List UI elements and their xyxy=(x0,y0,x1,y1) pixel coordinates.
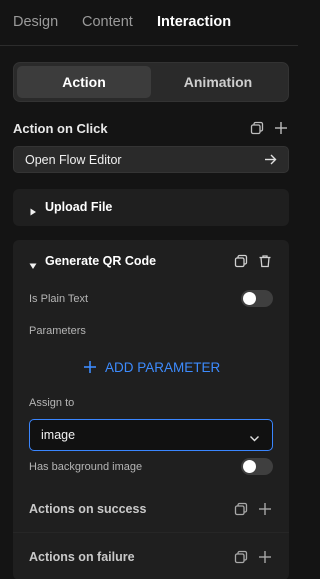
section-divider xyxy=(13,532,289,533)
plus-icon xyxy=(83,360,97,374)
toggle-knob xyxy=(243,460,256,473)
actions-on-success-title: Actions on success xyxy=(29,502,147,516)
plus-icon[interactable] xyxy=(258,550,272,564)
toggle-knob xyxy=(243,292,256,305)
duplicate-icon[interactable] xyxy=(250,121,264,135)
assign-to-select[interactable]: image xyxy=(29,419,273,451)
tab-content[interactable]: Content xyxy=(82,14,133,30)
chevron-down-icon xyxy=(249,431,260,442)
actions-on-failure-title: Actions on failure xyxy=(29,550,135,564)
panel-tabs: Design Content Interaction xyxy=(0,0,298,46)
open-flow-editor-button[interactable]: Open Flow Editor xyxy=(13,146,289,173)
upload-file-action[interactable]: Upload File xyxy=(13,189,289,226)
background-image-label: Has background image xyxy=(29,461,143,473)
trash-icon[interactable] xyxy=(258,254,272,268)
tab-design[interactable]: Design xyxy=(13,14,58,30)
segment-action[interactable]: Action xyxy=(17,66,151,98)
arrow-right-icon xyxy=(264,153,277,166)
plain-text-label: Is Plain Text xyxy=(29,293,89,305)
action-animation-switch: Action Animation xyxy=(13,62,289,102)
duplicate-icon[interactable] xyxy=(234,254,248,268)
open-flow-editor-label: Open Flow Editor xyxy=(25,153,122,167)
add-parameter-button[interactable]: ADD PARAMETER xyxy=(83,358,220,376)
plain-text-toggle[interactable] xyxy=(241,290,273,307)
plus-icon[interactable] xyxy=(274,121,288,135)
add-parameter-label: ADD PARAMETER xyxy=(105,359,221,375)
caret-right-icon xyxy=(29,203,37,216)
duplicate-icon[interactable] xyxy=(234,502,248,516)
assign-to-label: Assign to xyxy=(29,397,75,409)
background-image-toggle[interactable] xyxy=(241,458,273,475)
plus-icon[interactable] xyxy=(258,502,272,516)
upload-file-title: Upload File xyxy=(45,200,113,214)
tab-interaction[interactable]: Interaction xyxy=(157,14,231,30)
action-on-click-title: Action on Click xyxy=(13,121,108,136)
generate-qr-code-title[interactable]: Generate QR Code xyxy=(45,254,156,268)
parameters-label: Parameters xyxy=(29,325,86,337)
assign-to-value: image xyxy=(41,428,76,442)
segment-animation[interactable]: Animation xyxy=(151,66,285,98)
duplicate-icon[interactable] xyxy=(234,550,248,564)
caret-down-icon[interactable] xyxy=(29,257,37,269)
